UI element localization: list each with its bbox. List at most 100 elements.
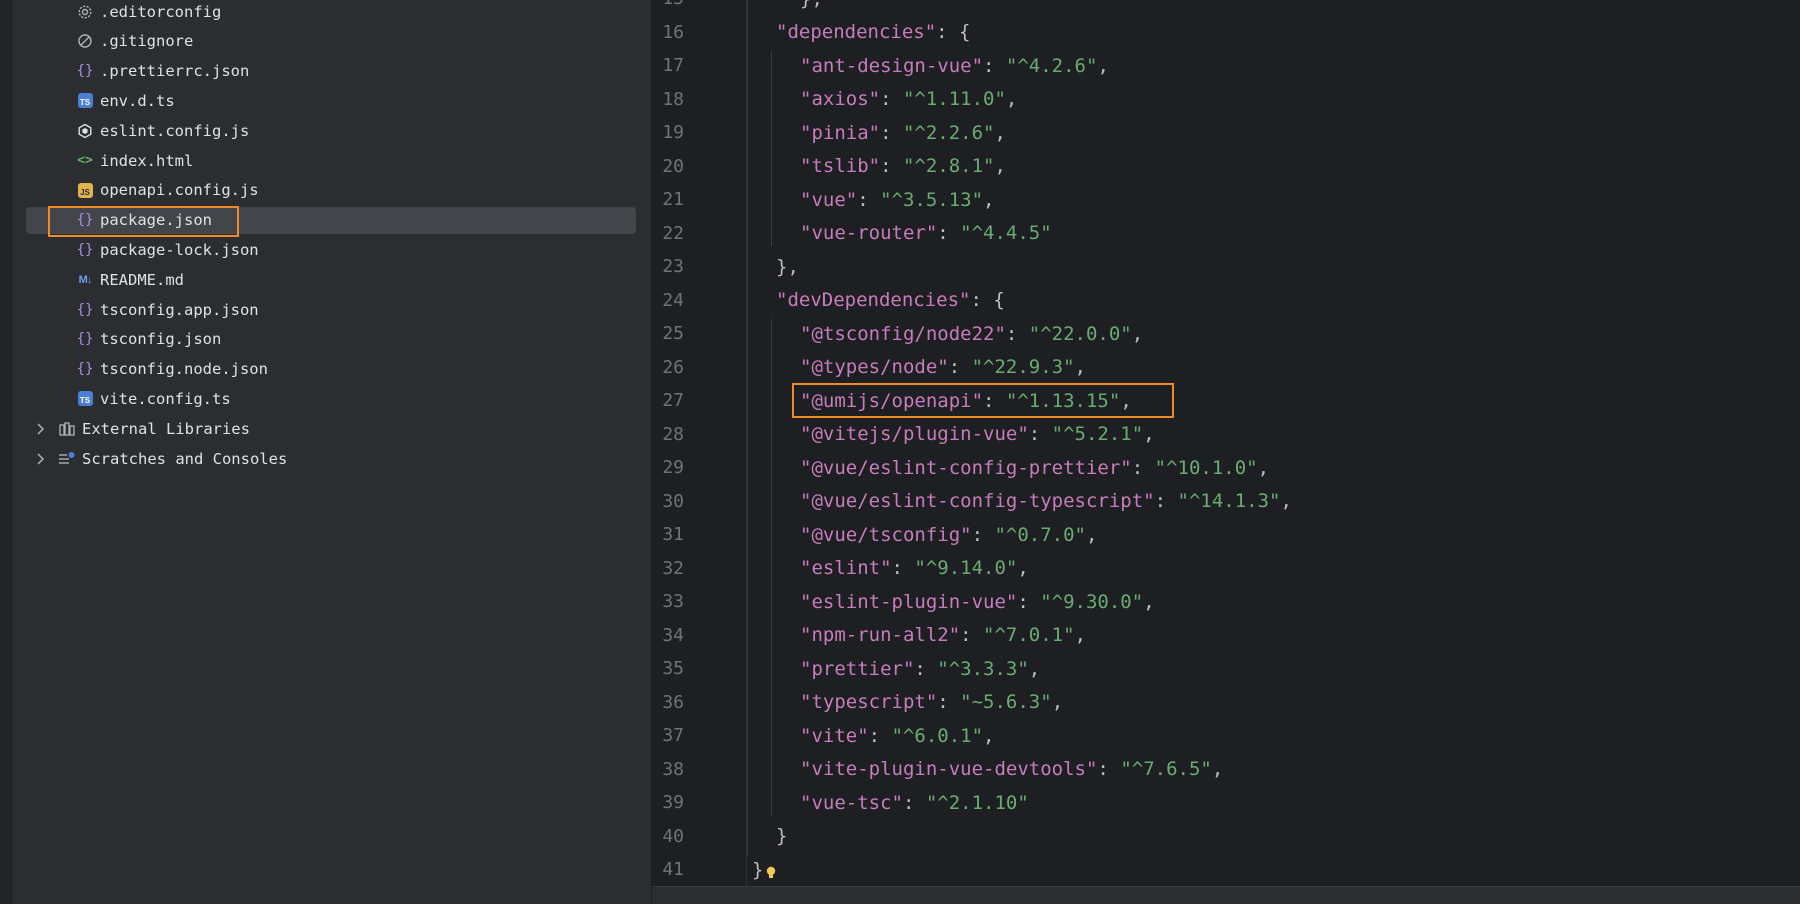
tree-file-item[interactable]: {} .prettierrc.json (26, 58, 636, 85)
line-number: 22 (662, 222, 684, 244)
json-sep: : (880, 155, 903, 178)
tree-file-label: env.d.ts (100, 91, 175, 110)
code-text: } (776, 825, 787, 847)
json-value: "^3.3.3" (937, 657, 1029, 680)
json-sep: : (1131, 456, 1155, 479)
json-value: "^9.14.0" (914, 557, 1018, 580)
json-value: "^7.0.1" (983, 624, 1075, 647)
code-text: }, (776, 256, 799, 278)
json-key: "vue" (800, 188, 858, 211)
json-sep: : (1005, 322, 1029, 345)
line-number: 17 (662, 55, 684, 77)
json-key: "@vue/eslint-config-typescript" (800, 490, 1155, 513)
indent-guide (771, 51, 772, 246)
tree-file-item[interactable]: TS vite.config.ts (26, 385, 636, 412)
code-line: 25 "@tsconfig/node22": "^22.0.0", (652, 317, 1800, 351)
code-line: 32 "eslint": "^9.14.0", (652, 552, 1800, 586)
json-icon: {} (76, 212, 94, 229)
json-icon: {} (76, 301, 94, 318)
tree-file-item[interactable]: M↓ README.md (26, 266, 636, 293)
json-tail: , (994, 121, 1006, 144)
json-key: "@types/node" (800, 356, 949, 379)
tree-file-label: index.html (100, 151, 194, 170)
json-tail: , (1074, 624, 1087, 647)
json-icon: {} (76, 361, 94, 378)
json-tail: , (1257, 456, 1270, 479)
json-value: "^2.8.1" (902, 155, 995, 178)
json-key: "@umijs/openapi" (800, 389, 984, 412)
intention-bulb-icon[interactable] (765, 863, 777, 879)
code-text: "eslint-plugin-vue": "^9.30.0", (800, 591, 1155, 613)
json-sep: : (857, 188, 881, 211)
line-number: 41 (662, 859, 684, 881)
tree-file-item[interactable]: {} tsconfig.node.json (26, 356, 636, 383)
json-sep: : (868, 724, 892, 747)
json-key: "vue-router" (800, 222, 938, 245)
tree-file-item[interactable]: .editorconfig (26, 0, 636, 25)
json-sep: : (1097, 758, 1121, 781)
code-line: 20 "tslib": "^2.8.1", (652, 150, 1800, 184)
line-number: 36 (662, 691, 684, 713)
json-key: "@vue/eslint-config-prettier" (800, 456, 1132, 479)
json-key: "@vitejs/plugin-vue" (800, 423, 1029, 446)
code-text: "vite": "^6.0.1", (800, 725, 995, 747)
project-tree-panel: .editorconfig .gitignore {} .prettierrc.jso… (0, 0, 651, 904)
code-line: 40} (652, 820, 1800, 854)
tree-file-item[interactable]: {} tsconfig.app.json (26, 296, 636, 323)
json-key: "vite" (800, 724, 869, 747)
line-number: 21 (662, 189, 684, 211)
json-sep: : (1028, 423, 1052, 446)
json-tail: , (1143, 590, 1155, 613)
tree-file-item[interactable]: eslint.config.js (26, 117, 636, 144)
line-number: 25 (662, 323, 684, 345)
ignore-icon (76, 32, 94, 50)
json-sep: : (880, 121, 903, 144)
line-number: 34 (662, 624, 684, 646)
code-line: 36 "typescript": "~5.6.3", (652, 686, 1800, 720)
tree-file-item[interactable]: .gitignore (26, 28, 636, 55)
code-line: 26 "@types/node": "^22.9.3", (652, 351, 1800, 385)
json-value: "^10.1.0" (1154, 456, 1258, 479)
json-key: "tslib" (800, 155, 881, 178)
tree-file-item[interactable]: <> index.html (26, 147, 636, 174)
tree-group-item[interactable]: Scratches and Consoles (26, 445, 636, 472)
json-value: "^9.30.0" (1040, 590, 1144, 613)
scratches-icon (58, 450, 76, 468)
tree-file-label: tsconfig.app.json (100, 300, 259, 319)
tree-file-item[interactable]: {} package-lock.json (26, 236, 636, 263)
json-tail: , (994, 155, 1006, 178)
line-number: 23 (662, 256, 684, 278)
code-line: 27 "@umijs/openapi": "^1.13.15", (652, 384, 1800, 418)
tree-file-label: tsconfig.node.json (100, 360, 268, 379)
json-sep: : (937, 691, 961, 714)
json-sep: : (937, 222, 961, 245)
json-tail: , (1074, 356, 1087, 379)
json-sep: : (914, 657, 938, 680)
code-line: 22 "vue-router": "^4.4.5" (652, 217, 1800, 251)
json-key: "ant-design-vue" (800, 54, 984, 77)
line-number: 20 (662, 155, 684, 177)
code-text: "@vue/eslint-config-typescript": "^14.1.… (800, 490, 1292, 512)
tree-file-item[interactable]: JS openapi.config.js (26, 177, 636, 204)
tree-file-label: package.json (100, 211, 212, 230)
line-number: 31 (662, 524, 684, 546)
tree-group-item[interactable]: External Libraries (26, 415, 636, 442)
code-line: 18 "axios": "^1.11.0", (652, 83, 1800, 117)
tree-file-item[interactable]: TS env.d.ts (26, 87, 636, 114)
chevron-right-icon[interactable] (32, 420, 50, 438)
json-tail: , (1051, 691, 1064, 714)
chevron-right-icon[interactable] (32, 450, 50, 468)
tree-file-item[interactable]: {} package.json (26, 206, 636, 234)
json-key: "eslint-plugin-vue" (800, 590, 1018, 613)
tree-file-label: eslint.config.js (100, 121, 250, 140)
tree-file-label: .gitignore (100, 32, 194, 51)
line-number: 19 (662, 122, 684, 144)
code-text: "vite-plugin-vue-devtools": "^7.6.5", (800, 758, 1223, 780)
json-key: "pinia" (800, 121, 881, 144)
line-number: 37 (662, 725, 684, 747)
code-line: 23}, (652, 250, 1800, 284)
tree-file-item[interactable]: {} tsconfig.json (26, 326, 636, 353)
json-key: "vite-plugin-vue-devtools" (800, 758, 1098, 781)
json-tail: , (1120, 389, 1132, 412)
js-icon: JS (76, 181, 94, 199)
